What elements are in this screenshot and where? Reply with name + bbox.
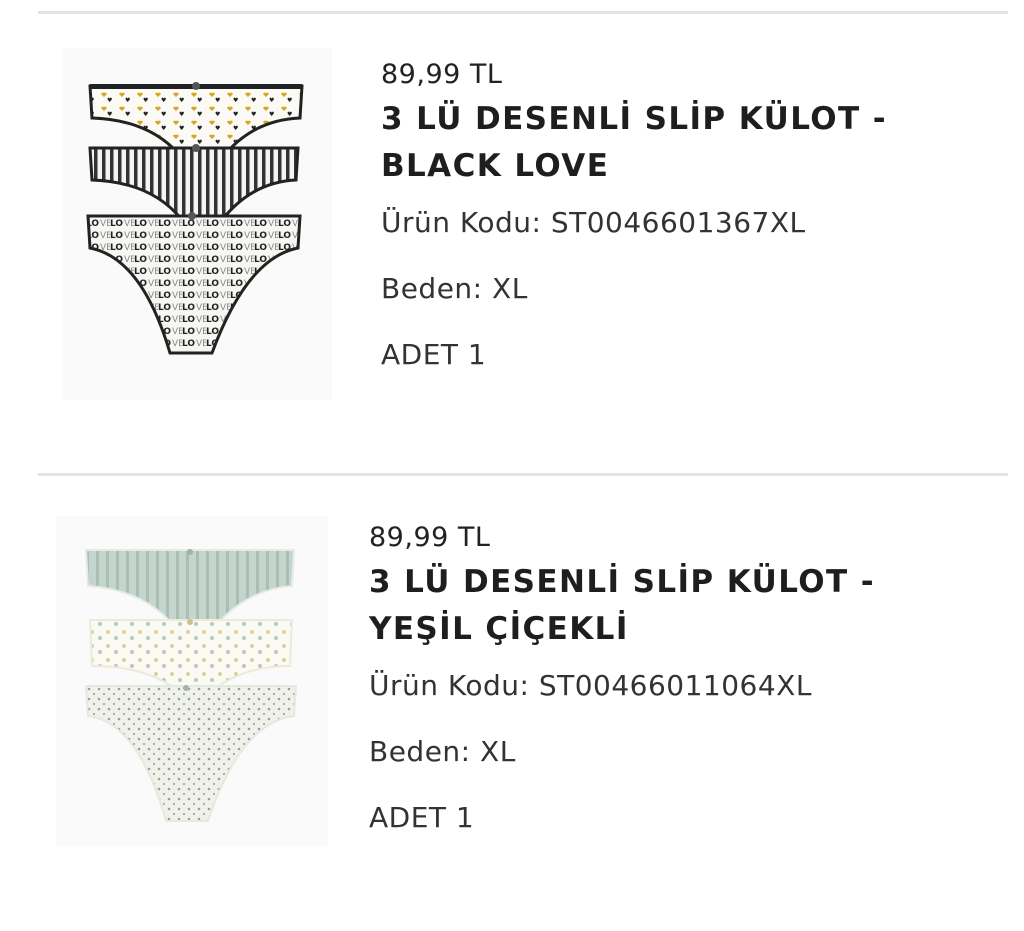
product-quantity: ADET 1 — [369, 801, 475, 834]
item-divider — [38, 473, 1008, 476]
black-love-briefs-image-icon: ♥ LO VE — [86, 82, 304, 355]
product-size: Beden: XL — [381, 272, 528, 305]
product-image[interactable]: ♥ LO VE — [62, 48, 332, 400]
product-title-line-1[interactable]: 3 LÜ DESENLİ SLİP KÜLOT - — [381, 96, 887, 143]
product-size: Beden: XL — [369, 735, 516, 768]
product-title[interactable]: 3 LÜ DESENLİ SLİP KÜLOT - YEŞİL ÇİÇEKLİ — [369, 559, 875, 653]
product-title-line-2[interactable]: BLACK LOVE — [381, 143, 887, 190]
product-quantity: ADET 1 — [381, 338, 487, 371]
product-info: 89,99 TL 3 LÜ DESENLİ SLİP KÜLOT - BLACK… — [381, 58, 887, 372]
product-title-line-2[interactable]: YEŞİL ÇİÇEKLİ — [369, 606, 875, 653]
product-price: 89,99 TL — [381, 59, 503, 90]
product-code: Ürün Kodu: ST00466011064XL — [369, 669, 812, 702]
product-title[interactable]: 3 LÜ DESENLİ SLİP KÜLOT - BLACK LOVE — [381, 96, 887, 190]
product-title-line-1[interactable]: 3 LÜ DESENLİ SLİP KÜLOT - — [369, 559, 875, 606]
product-code: Ürün Kodu: ST0046601367XL — [381, 206, 806, 239]
product-image[interactable] — [56, 516, 328, 846]
product-info: 89,99 TL 3 LÜ DESENLİ SLİP KÜLOT - YEŞİL… — [369, 521, 875, 835]
green-floral-briefs-image-icon — [84, 549, 298, 822]
top-divider — [38, 11, 1008, 14]
product-price: 89,99 TL — [369, 522, 491, 553]
